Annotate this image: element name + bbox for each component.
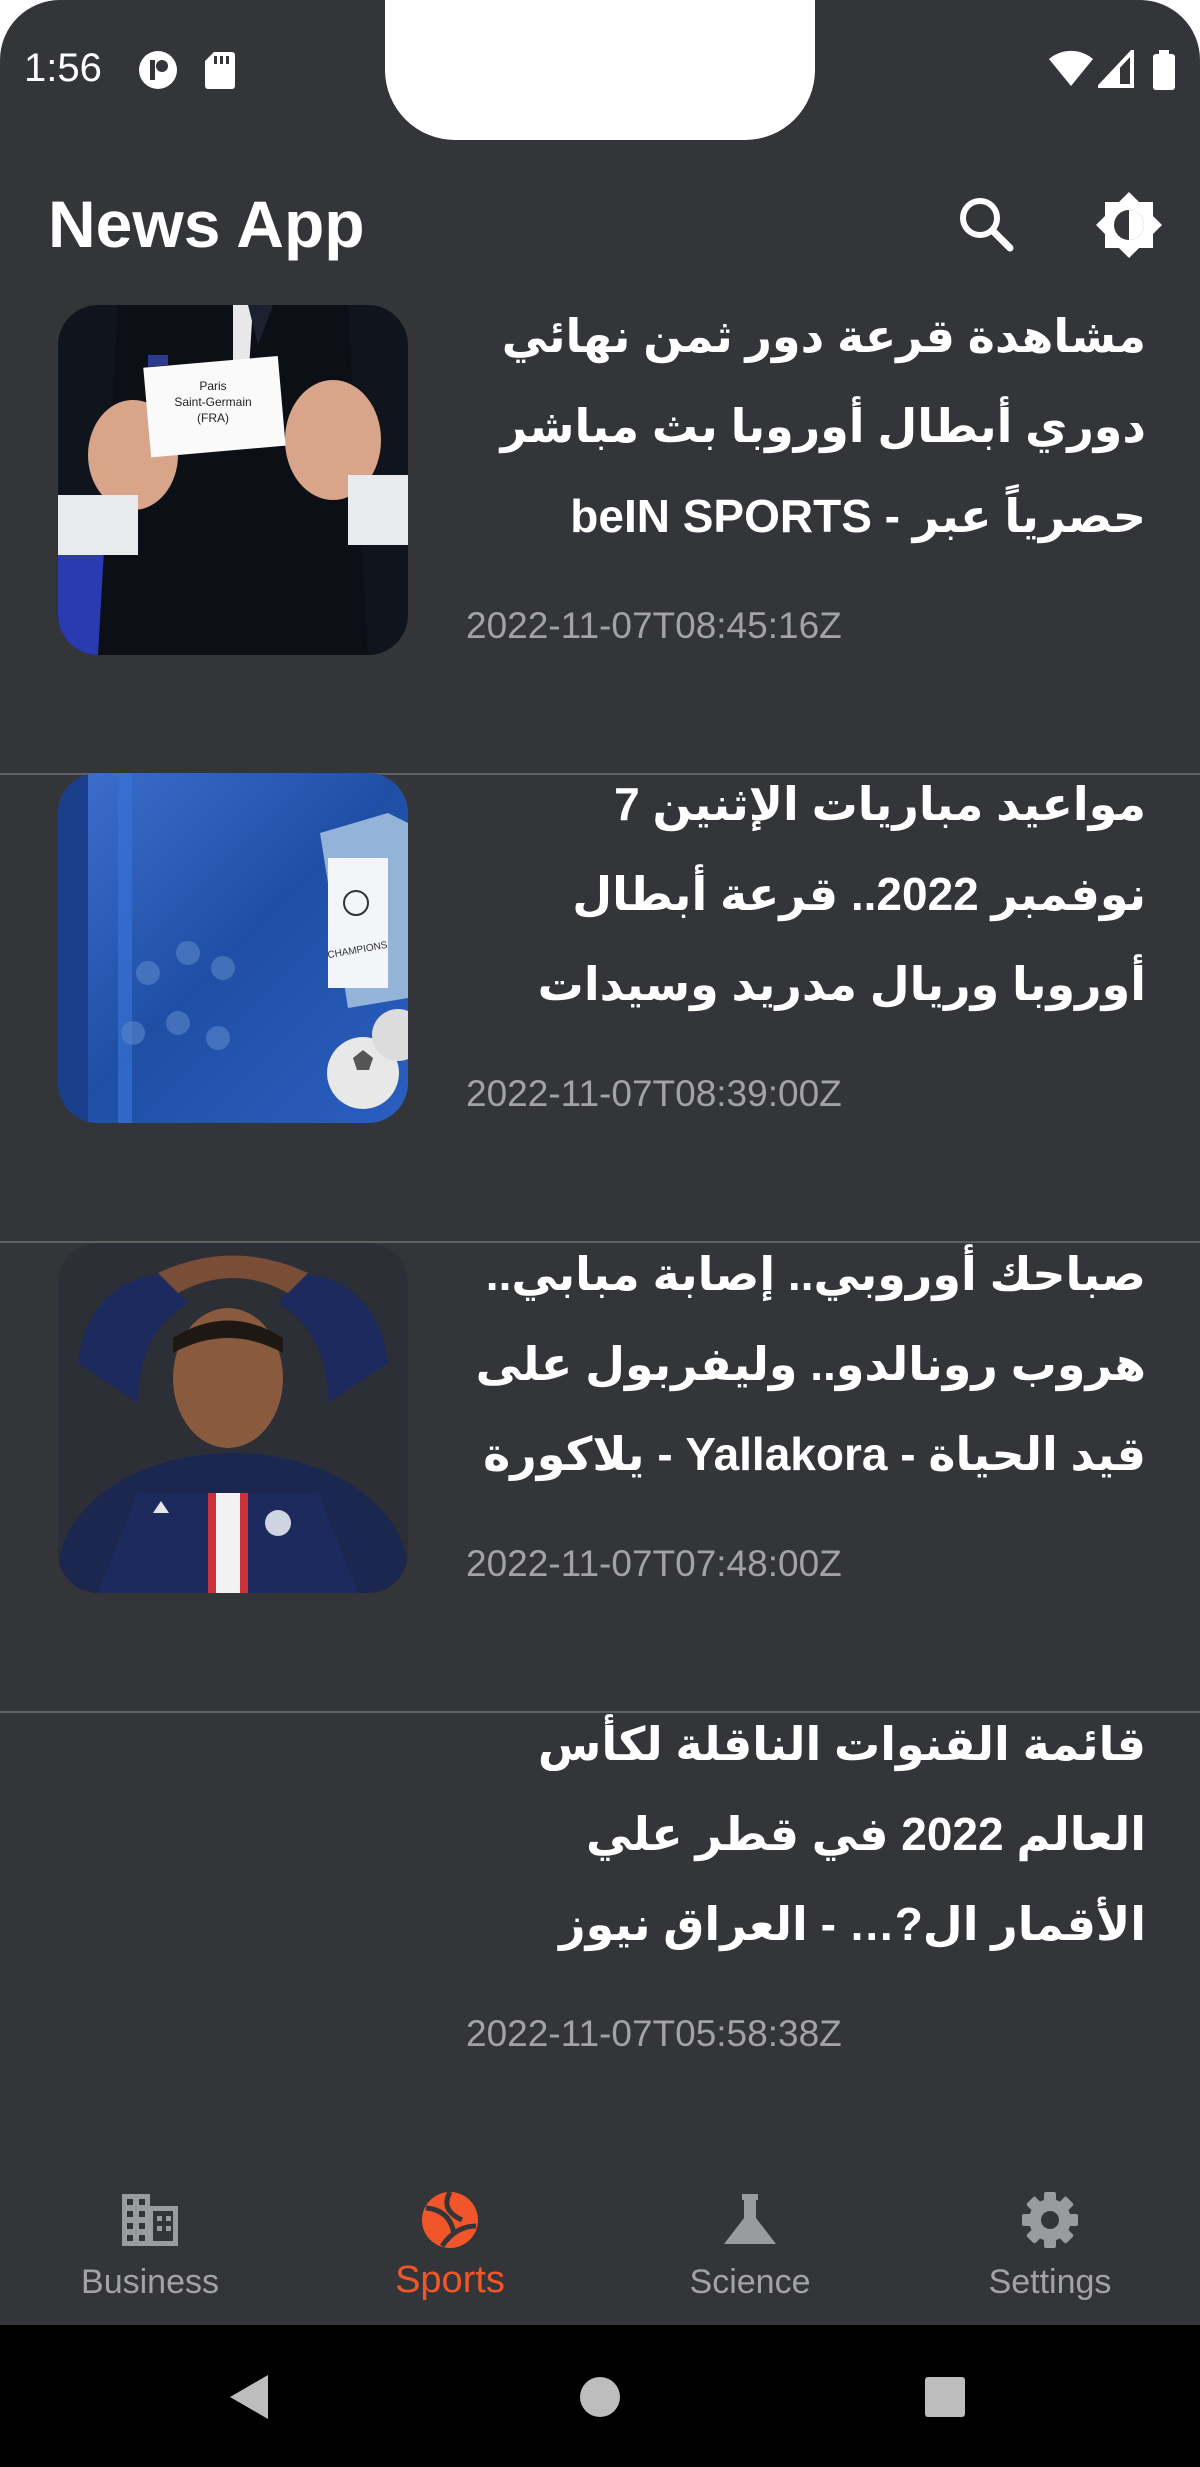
champions-league-bowl-image: CHAMPIONS	[58, 773, 408, 1123]
article-thumbnail[interactable]: Paris Saint-Germain (FRA)	[58, 305, 408, 655]
nav-label: Sports	[395, 2259, 505, 2301]
notification-icon	[139, 51, 177, 89]
article-headline[interactable]: مواعيد مباريات الإثنين 7 نوفمبر 2022.. ق…	[466, 759, 1146, 1029]
article-headline[interactable]: قائمة القنوات الناقلة لكأس العالم 2022 ف…	[466, 1699, 1146, 1969]
article-date: 2022-11-07T07:48:00Z	[466, 1543, 842, 1584]
business-icon	[122, 2194, 178, 2246]
status-bar: 1:56	[0, 0, 1200, 140]
article-headline[interactable]: صباحك أوروبي.. إصابة مبابي.. هروب رونالد…	[466, 1229, 1146, 1499]
article-date: 2022-11-07T08:39:00Z	[466, 1073, 842, 1114]
sports-icon	[422, 2190, 478, 2248]
back-icon[interactable]	[228, 2373, 272, 2421]
football-player-image	[58, 1243, 408, 1593]
news-item[interactable]: CHAMPIONS مواعيد مباريات الإثنين 7 نوفمب…	[0, 773, 1200, 1243]
news-item[interactable]: صباحك أوروبي.. إصابة مبابي.. هروب رونالد…	[0, 1243, 1200, 1713]
nav-label: Business	[81, 2263, 219, 2301]
nav-item-settings[interactable]: Settings	[900, 2125, 1200, 2325]
nav-item-sports[interactable]: Sports	[300, 2125, 600, 2325]
card-text-line3: (FRA)	[197, 411, 229, 425]
draw-card-image: Paris Saint-Germain (FRA)	[58, 305, 408, 655]
cell-signal-icon	[1098, 50, 1134, 88]
battery-icon	[1153, 50, 1175, 90]
nav-item-science[interactable]: Science	[600, 2125, 900, 2325]
nav-item-business[interactable]: Business	[0, 2125, 300, 2325]
article-date: 2022-11-07T05:58:38Z	[466, 2013, 842, 2054]
wifi-icon	[1049, 50, 1093, 86]
article-headline[interactable]: مشاهدة قرعة دور ثمن نهائي دوري أبطال أور…	[466, 291, 1146, 561]
nav-label: Science	[689, 2263, 811, 2301]
search-icon[interactable]	[952, 190, 1022, 260]
app-screen: 1:56 News App Paris Saint-Germain (FRA) …	[0, 0, 1200, 2325]
news-item[interactable]: Paris Saint-Germain (FRA) مشاهدة قرعة دو…	[0, 305, 1200, 775]
card-text-line2: Saint-Germain	[174, 395, 251, 409]
nav-label: Settings	[988, 2263, 1112, 2301]
status-time: 1:56	[24, 46, 102, 90]
science-icon	[724, 2194, 776, 2244]
home-icon[interactable]	[579, 2376, 621, 2418]
article-thumbnail[interactable]	[58, 1243, 408, 1593]
article-date: 2022-11-07T08:45:16Z	[466, 605, 842, 646]
settings-icon	[1022, 2192, 1078, 2248]
system-navigation-bar	[0, 2325, 1200, 2467]
article-thumbnail[interactable]: CHAMPIONS	[58, 773, 408, 1123]
app-title: News App	[48, 187, 365, 261]
sd-card-icon	[205, 52, 235, 89]
brightness-toggle-icon[interactable]	[1096, 190, 1162, 260]
card-text-line1: Paris	[199, 379, 226, 393]
news-item[interactable]: قائمة القنوات الناقلة لكأس العالم 2022 ف…	[0, 1713, 1200, 2183]
recents-icon[interactable]	[924, 2376, 966, 2418]
bottom-navigation: Business Sports Science Settings	[0, 2125, 1200, 2325]
